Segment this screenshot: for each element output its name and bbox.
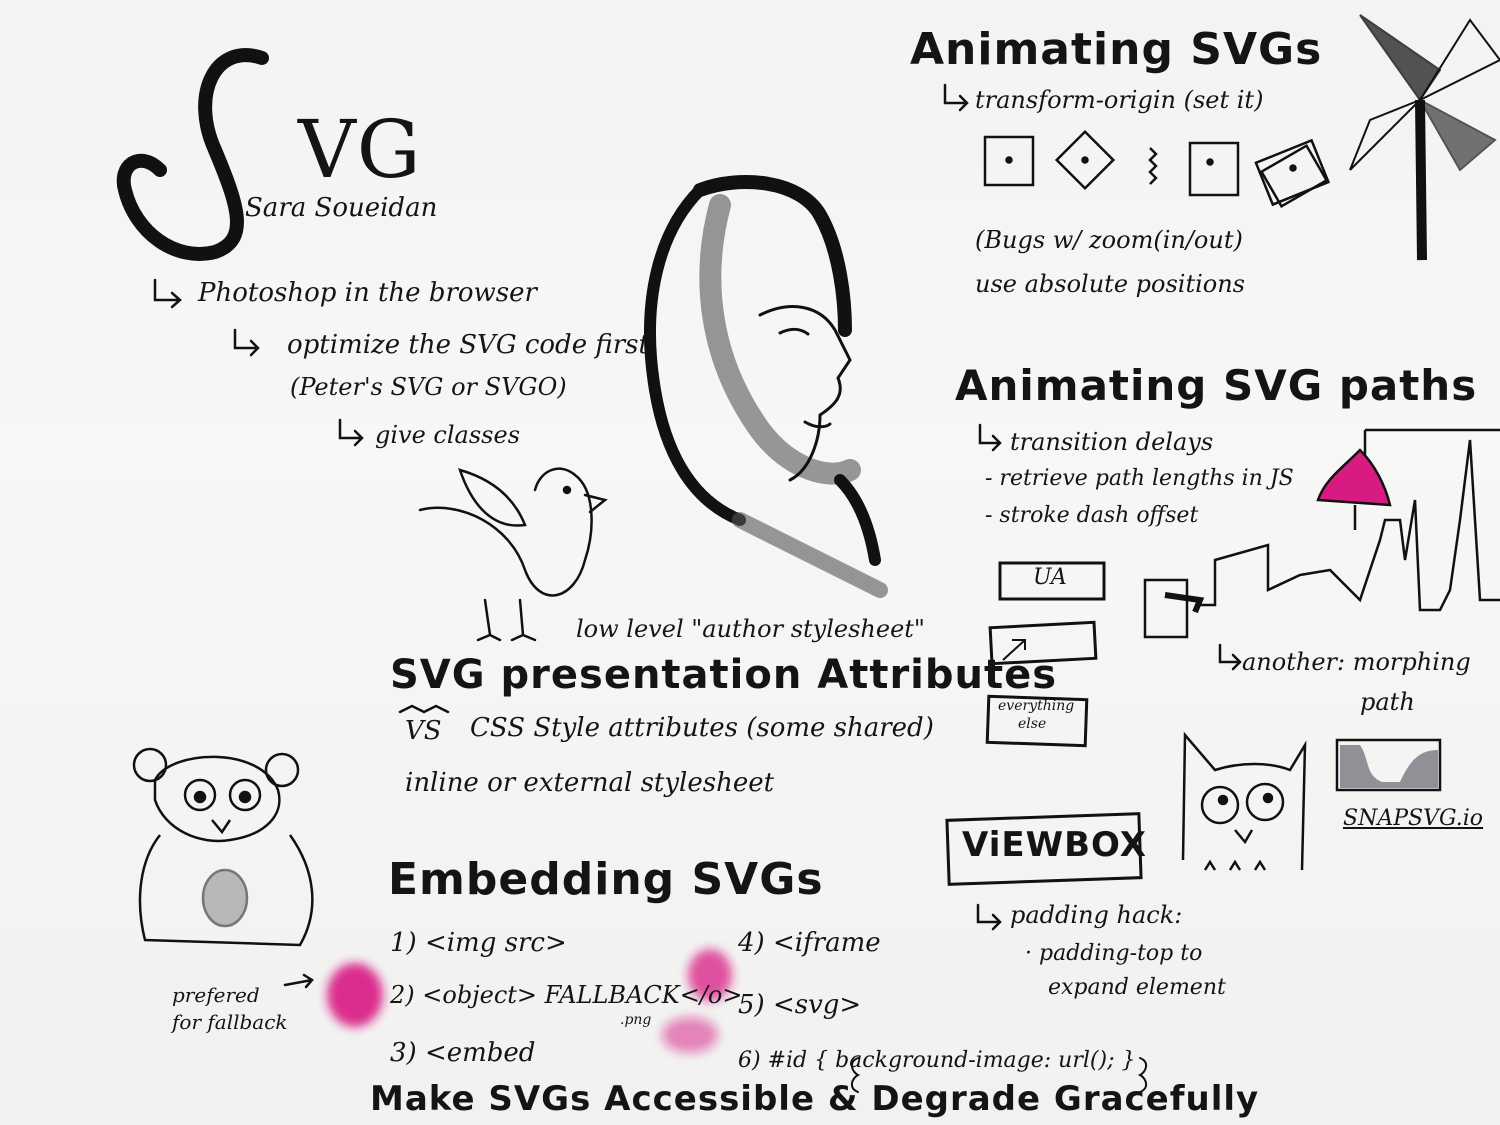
title-letters: VG (298, 103, 422, 196)
embedding-item2-sub: .png (620, 1012, 652, 1028)
presentation-line1: CSS Style attributes (some shared) (470, 713, 934, 743)
woman-portrait-icon (644, 175, 888, 598)
viewbox-label: ViEWBOX (962, 825, 1147, 865)
pinwheel-icon (1349, 14, 1500, 261)
paths-another2: path (1360, 688, 1415, 716)
preferred-note-line1: prefered (172, 983, 260, 1007)
author-name: Sara Soueidan (245, 193, 438, 223)
paths-bullet1: - retrieve path lengths in JS (985, 466, 1294, 491)
viewbox-line3: expand element (1048, 975, 1226, 1000)
embedding-heading: Embedding SVGs (388, 854, 824, 905)
viewbox-line2: · padding-top to (1025, 941, 1203, 966)
animating-use: use absolute positions (975, 270, 1245, 298)
presentation-vs: VS (405, 716, 442, 746)
animating-bugs: (Bugs w/ zoom(in/out) (975, 226, 1243, 254)
presentation-heading: SVG presentation Attributes (390, 652, 1058, 698)
city-skyline-icon (1143, 428, 1500, 639)
animating-sub: transform-origin (set it) (975, 86, 1264, 114)
cascade-box-ua: UA (1033, 565, 1067, 590)
cascade-box-else-line2: else (1018, 716, 1047, 732)
paths-sub: transition delays (1010, 428, 1214, 456)
photoshop-line1: Photoshop in the browser (198, 278, 537, 308)
embedding-item2: 2) <object> FALLBACK</o> (390, 981, 743, 1009)
embedding-item6: 6) #id { background-image: url(); } (738, 1048, 1136, 1073)
viewbox-line1: padding hack: (1010, 901, 1183, 929)
snapsvg-logo-icon (1335, 738, 1442, 792)
animating-heading: Animating SVGs (910, 24, 1323, 75)
embedding-item1: 1) <img src> (390, 928, 567, 958)
photoshop-line2: optimize the SVG code first (287, 330, 649, 360)
paths-bullet2: - stroke dash offset (985, 503, 1199, 528)
preferred-note-line2: for fallback (172, 1010, 288, 1034)
author-stylesheet-note: low level "author stylesheet" (576, 615, 925, 643)
presentation-line2: inline or external stylesheet (405, 768, 775, 798)
photoshop-line3: (Peter's SVG or SVGO) (290, 373, 567, 401)
footer-banner: Make SVGs Accessible & Degrade Gracefull… (370, 1079, 1260, 1119)
transform-origin-diagram (983, 129, 1331, 209)
paths-heading: Animating SVG paths (955, 361, 1478, 410)
embedding-item4: 4) <iframe (738, 928, 881, 958)
embedding-item5: 5) <svg> (738, 990, 862, 1020)
big-s-letter (116, 48, 269, 261)
snapsvg-label: SNAPSVG.io (1343, 806, 1484, 831)
photoshop-line4: give classes (375, 421, 521, 449)
owl-icon (1181, 731, 1307, 871)
paths-another: another: morphing (1242, 648, 1471, 676)
lemur-icon (132, 747, 314, 947)
cascade-box-else-line1: everything (998, 698, 1075, 714)
embedding-item3: 3) <embed (390, 1038, 536, 1068)
